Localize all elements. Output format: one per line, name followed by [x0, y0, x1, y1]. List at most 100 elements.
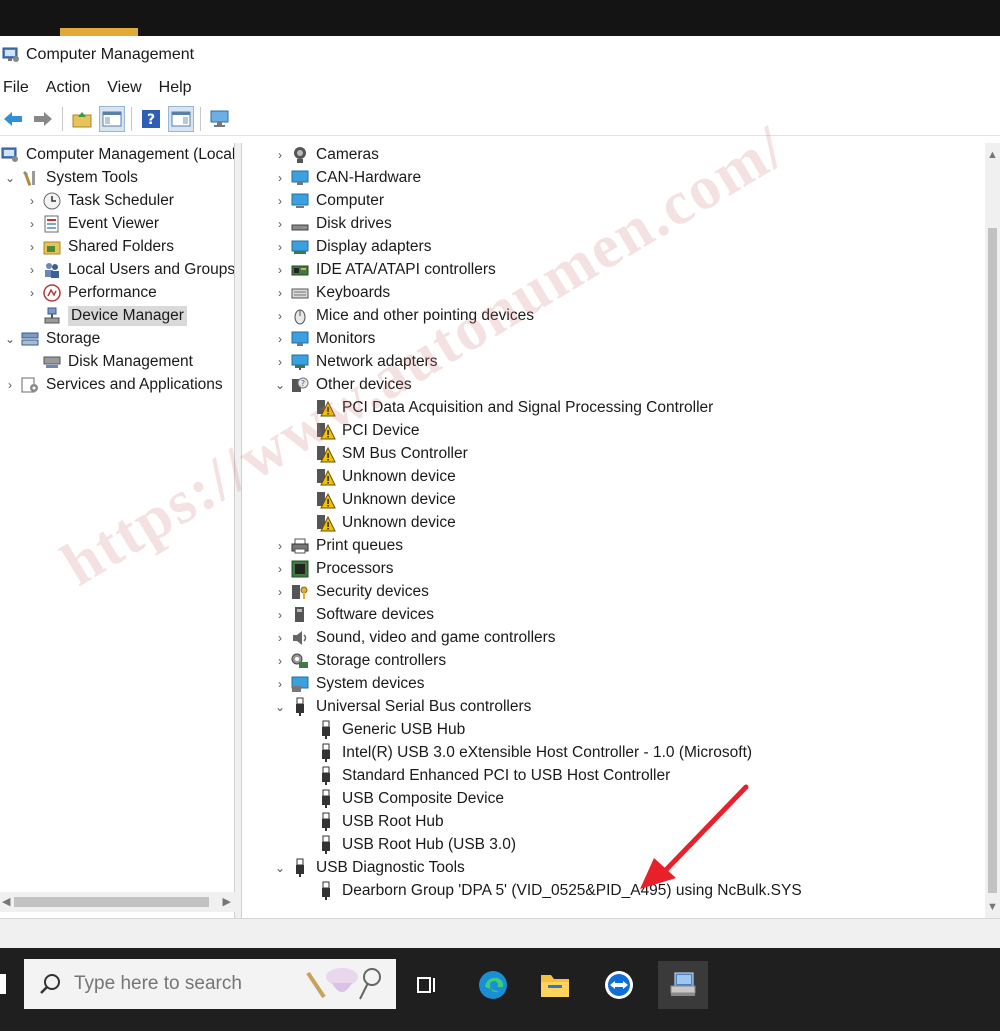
device-category-storage-controllers[interactable]: › Storage controllers [270, 649, 446, 672]
device-item-unknown-device[interactable]: Unknown device [316, 465, 456, 488]
tree-item-performance[interactable]: › Performance [22, 281, 157, 304]
tree-item-disk-management[interactable]: Disk Management [22, 350, 193, 373]
device-category-processors[interactable]: › Processors [270, 557, 394, 580]
computer-management-taskbar-button[interactable] [658, 961, 708, 1009]
chevron-right-icon[interactable]: › [270, 355, 290, 369]
right-pane-vertical-scrollbar[interactable]: ▲ ▼ [985, 143, 1000, 918]
scroll-up-icon[interactable]: ▲ [987, 149, 998, 161]
chevron-right-icon[interactable]: › [270, 263, 290, 277]
tree-item-storage[interactable]: ⌄ Storage [0, 327, 100, 350]
device-item-label: SM Bus Controller [342, 444, 468, 462]
device-item-pci-device[interactable]: PCI Device [316, 419, 420, 442]
chevron-right-icon[interactable]: › [270, 677, 290, 691]
device-category-computer[interactable]: › Computer [270, 189, 384, 212]
device-item-sm-bus-controller[interactable]: SM Bus Controller [316, 442, 468, 465]
chevron-right-icon[interactable]: › [270, 148, 290, 162]
device-category-disk-drives[interactable]: › Disk drives [270, 212, 392, 235]
chevron-right-icon[interactable]: › [22, 263, 42, 277]
start-button-edge[interactable] [0, 974, 6, 994]
tree-item-event-viewer[interactable]: › Event Viewer [22, 212, 159, 235]
scrollbar-thumb[interactable] [988, 228, 997, 893]
scroll-left-icon[interactable]: ◀ [2, 895, 10, 908]
chevron-right-icon[interactable]: › [270, 654, 290, 668]
chevron-right-icon[interactable]: › [270, 286, 290, 300]
show-hide-action-pane-button[interactable] [168, 105, 194, 132]
chevron-down-icon[interactable]: ⌄ [0, 332, 20, 346]
scrollbar-thumb[interactable] [14, 897, 209, 907]
taskbar-search-box[interactable] [24, 959, 396, 1009]
help-button[interactable]: ? [138, 106, 164, 132]
device-item-dearborn-dpa5[interactable]: Dearborn Group 'DPA 5' (VID_0525&PID_A49… [316, 879, 802, 902]
device-category-network-adapters[interactable]: › Network adapters [270, 350, 437, 373]
chevron-right-icon[interactable]: › [270, 309, 290, 323]
device-category-sound-video[interactable]: › Sound, video and game controllers [270, 626, 556, 649]
search-input[interactable] [74, 973, 294, 995]
chevron-right-icon[interactable]: › [270, 585, 290, 599]
device-item-unknown-device[interactable]: Unknown device [316, 488, 456, 511]
chevron-right-icon[interactable]: › [22, 286, 42, 300]
chevron-right-icon[interactable]: › [270, 171, 290, 185]
device-item-generic-usb-hub[interactable]: Generic USB Hub [316, 718, 465, 741]
up-level-button[interactable] [69, 106, 95, 132]
show-hide-console-tree-button[interactable] [99, 105, 125, 132]
chevron-right-icon[interactable]: › [0, 378, 20, 392]
chevron-right-icon[interactable]: › [270, 631, 290, 645]
device-category-usb-diagnostic-tools[interactable]: ⌄ USB Diagnostic Tools [270, 856, 465, 879]
menu-action[interactable]: Action [43, 79, 98, 97]
device-category-usb-controllers[interactable]: ⌄ Universal Serial Bus controllers [270, 695, 531, 718]
device-category-cameras[interactable]: › Cameras [270, 143, 379, 166]
device-category-ide-controllers[interactable]: › IDE ATA/ATAPI controllers [270, 258, 496, 281]
device-category-monitors[interactable]: › Monitors [270, 327, 375, 350]
chevron-right-icon[interactable]: › [22, 194, 42, 208]
scroll-right-icon[interactable]: ▶ [223, 895, 231, 908]
tree-item-task-scheduler[interactable]: › Task Scheduler [22, 189, 174, 212]
device-category-display-adapters[interactable]: › Display adapters [270, 235, 431, 258]
device-category-security-devices[interactable]: › Security devices [270, 580, 429, 603]
tree-item-computer-management[interactable]: Computer Management (Local [0, 143, 234, 166]
tree-item-local-users[interactable]: › Local Users and Groups [22, 258, 234, 281]
device-item-unknown-device[interactable]: Unknown device [316, 511, 456, 534]
file-explorer-button[interactable] [530, 961, 580, 1009]
device-category-print-queues[interactable]: › Print queues [270, 534, 403, 557]
edge-browser-button[interactable] [468, 961, 518, 1009]
device-category-other-devices[interactable]: ⌄ ? Other devices [270, 373, 412, 396]
chevron-right-icon[interactable]: › [270, 608, 290, 622]
teamviewer-button[interactable] [594, 961, 644, 1009]
tree-item-device-manager[interactable]: Device Manager [22, 304, 187, 327]
forward-button[interactable] [30, 106, 56, 132]
menu-help[interactable]: Help [156, 79, 200, 97]
scroll-down-icon[interactable]: ▼ [987, 901, 998, 913]
device-item-pci-data-acquisition[interactable]: PCI Data Acquisition and Signal Processi… [316, 396, 713, 419]
device-category-keyboards[interactable]: › Keyboards [270, 281, 390, 304]
device-item-usb-root-hub[interactable]: USB Root Hub [316, 810, 444, 833]
tree-item-services-and-applications[interactable]: › Services and Applications [0, 373, 223, 396]
device-category-mice[interactable]: › Mice and other pointing devices [270, 304, 534, 327]
chevron-right-icon[interactable]: › [270, 332, 290, 346]
left-pane-horizontal-scrollbar[interactable]: ◀ ▶ [0, 892, 235, 912]
chevron-right-icon[interactable]: › [270, 539, 290, 553]
tree-item-system-tools[interactable]: ⌄ System Tools [0, 166, 138, 189]
device-category-software-devices[interactable]: › Software devices [270, 603, 434, 626]
chevron-down-icon[interactable]: ⌄ [270, 700, 290, 714]
menu-view[interactable]: View [104, 79, 149, 97]
chevron-right-icon[interactable]: › [22, 240, 42, 254]
chevron-down-icon[interactable]: ⌄ [270, 378, 290, 392]
device-category-can-hardware[interactable]: › CAN-Hardware [270, 166, 421, 189]
task-view-button[interactable] [402, 961, 452, 1009]
device-item-usb-root-hub-3[interactable]: USB Root Hub (USB 3.0) [316, 833, 516, 856]
device-item-intel-usb3-controller[interactable]: Intel(R) USB 3.0 eXtensible Host Control… [316, 741, 752, 764]
back-button[interactable] [0, 106, 26, 132]
device-item-standard-enhanced-pci-usb[interactable]: Standard Enhanced PCI to USB Host Contro… [316, 764, 670, 787]
chevron-down-icon[interactable]: ⌄ [270, 861, 290, 875]
menu-file[interactable]: File [0, 79, 37, 97]
chevron-right-icon[interactable]: › [270, 217, 290, 231]
chevron-right-icon[interactable]: › [22, 217, 42, 231]
scan-hardware-button[interactable] [207, 106, 233, 132]
chevron-down-icon[interactable]: ⌄ [0, 171, 20, 185]
device-category-system-devices[interactable]: › System devices [270, 672, 425, 695]
device-item-usb-composite-device[interactable]: USB Composite Device [316, 787, 504, 810]
chevron-right-icon[interactable]: › [270, 562, 290, 576]
chevron-right-icon[interactable]: › [270, 240, 290, 254]
tree-item-shared-folders[interactable]: › Shared Folders [22, 235, 174, 258]
chevron-right-icon[interactable]: › [270, 194, 290, 208]
